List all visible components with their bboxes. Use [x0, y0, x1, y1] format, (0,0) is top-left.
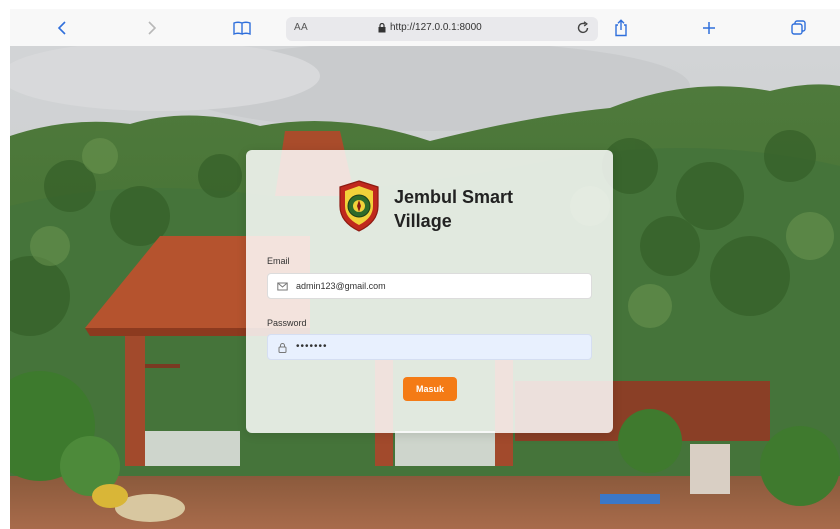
forward-button[interactable] [142, 9, 162, 46]
email-value: admin123@gmail.com [296, 281, 386, 291]
lock-icon [378, 22, 386, 32]
reload-icon [577, 21, 589, 34]
lock-icon [277, 342, 288, 353]
app-title: Jembul Smart Village [394, 187, 514, 231]
email-label: Email [267, 256, 290, 266]
address-bar[interactable]: AA http://127.0.0.1:8000 [286, 17, 598, 41]
reload-button[interactable] [576, 21, 590, 40]
bookmarks-button[interactable] [230, 9, 254, 46]
browser-toolbar: AA http://127.0.0.1:8000 [10, 9, 840, 47]
password-label: Password [267, 318, 307, 328]
chevron-right-icon [148, 20, 157, 35]
village-logo [338, 180, 380, 232]
password-value: ••••••• [296, 340, 328, 352]
url-text: http://127.0.0.1:8000 [390, 22, 482, 33]
envelope-icon [277, 281, 288, 292]
password-field[interactable]: ••••••• [267, 334, 592, 360]
text-size-button[interactable]: AA [294, 22, 308, 33]
chevron-left-icon [57, 20, 66, 35]
book-icon [233, 21, 251, 35]
share-button[interactable] [610, 9, 632, 46]
new-tab-button[interactable] [698, 9, 720, 46]
url-display[interactable]: http://127.0.0.1:8000 [378, 22, 482, 33]
email-field[interactable]: admin123@gmail.com [267, 273, 592, 299]
share-icon [615, 18, 627, 36]
plus-icon [703, 21, 715, 34]
login-button[interactable]: Masuk [403, 377, 457, 401]
tabs-button[interactable] [787, 9, 809, 46]
tabs-icon [790, 20, 806, 35]
login-card: Jembul Smart Village Email admin123@gmai… [246, 150, 613, 433]
back-button[interactable] [52, 9, 72, 46]
